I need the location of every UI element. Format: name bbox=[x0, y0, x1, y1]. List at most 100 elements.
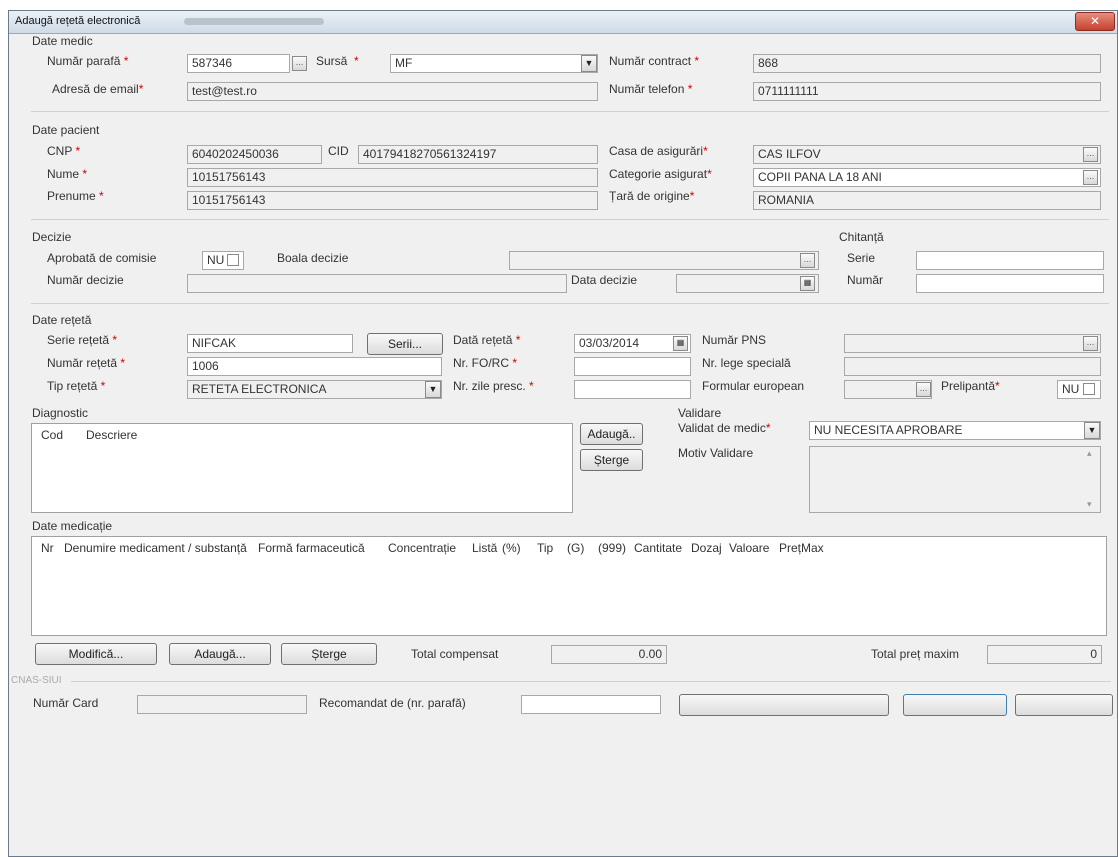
medication-group-title: Date medicație bbox=[32, 519, 113, 533]
recommended-label: Recomandat de (nr. parafă) bbox=[319, 696, 466, 710]
approved-label: Aprobată de comisie bbox=[47, 251, 157, 265]
presc-number-input[interactable]: 1006 bbox=[187, 357, 442, 376]
diagnosis-col-desc[interactable]: Descriere bbox=[86, 428, 137, 442]
med-col-999[interactable]: (999) bbox=[598, 541, 626, 555]
med-modify-button[interactable]: Modifică... bbox=[35, 643, 157, 665]
med-col-name[interactable]: Denumire medicament / substanță bbox=[64, 541, 247, 555]
disease-lookup-button[interactable]: … bbox=[800, 253, 815, 268]
source-label: Sursă * bbox=[316, 54, 359, 68]
lastname-field[interactable]: 10151756143 bbox=[187, 168, 598, 187]
cid-field[interactable]: 40179418270561324197 bbox=[358, 145, 598, 164]
insurer-lookup-button[interactable]: … bbox=[1083, 147, 1098, 162]
close-button[interactable]: ✕ bbox=[1075, 12, 1115, 31]
footer-button-3[interactable] bbox=[1015, 694, 1113, 716]
presc-series-input[interactable]: NIFCAK bbox=[187, 334, 353, 353]
med-add-button[interactable]: Adaugă... bbox=[169, 643, 271, 665]
card-number-field[interactable] bbox=[137, 695, 307, 714]
phone-field[interactable]: 0711111111 bbox=[753, 82, 1101, 101]
diagnosis-group-title: Diagnostic bbox=[32, 406, 89, 420]
reason-scroll-down-icon[interactable]: ▾ bbox=[1087, 499, 1092, 510]
fo-label: Nr. FO/RC * bbox=[453, 356, 518, 370]
receipt-series-label: Serie bbox=[847, 251, 876, 265]
series-button[interactable]: Serii... bbox=[367, 333, 443, 355]
insurer-field[interactable]: CAS ILFOV bbox=[753, 145, 1101, 164]
presc-type-dropdown-icon[interactable]: ▼ bbox=[425, 381, 441, 398]
diagnosis-list[interactable]: Cod Descriere bbox=[31, 423, 573, 513]
total-max-price-label: Total preț maxim bbox=[871, 647, 960, 661]
total-max-price-field: 0 bbox=[987, 645, 1102, 664]
diagnosis-delete-button[interactable]: Șterge bbox=[580, 449, 643, 471]
med-col-g[interactable]: (G) bbox=[567, 541, 584, 555]
approved-checkbox[interactable] bbox=[227, 254, 239, 266]
email-label: Adresă de email* bbox=[52, 82, 144, 96]
prelim-label: Prelipantă* bbox=[941, 379, 1000, 393]
doctor-group-divider bbox=[31, 111, 1109, 112]
presc-number-label: Număr rețetă * bbox=[47, 356, 126, 370]
med-delete-button[interactable]: Șterge bbox=[281, 643, 377, 665]
diagnosis-col-code[interactable]: Cod bbox=[41, 428, 63, 442]
validated-dropdown-icon[interactable]: ▼ bbox=[1084, 422, 1100, 439]
cnas-group-title: CNAS-SIUI bbox=[11, 675, 62, 686]
parafa-input[interactable]: 587346 bbox=[187, 54, 290, 73]
special-law-field[interactable] bbox=[844, 357, 1101, 376]
email-field[interactable]: test@test.ro bbox=[187, 82, 598, 101]
reason-textarea[interactable] bbox=[809, 446, 1101, 513]
parafa-lookup-button[interactable]: … bbox=[292, 56, 307, 71]
decision-number-field[interactable] bbox=[187, 274, 567, 293]
category-lookup-button[interactable]: … bbox=[1083, 170, 1098, 185]
fo-input[interactable] bbox=[574, 357, 691, 376]
euform-label: Formular european bbox=[702, 379, 805, 393]
footer-button-1[interactable] bbox=[679, 694, 889, 716]
patient-group-title: Date pacient bbox=[32, 123, 100, 137]
footer-button-2[interactable] bbox=[903, 694, 1007, 716]
cid-label: CID bbox=[328, 144, 349, 158]
med-col-form[interactable]: Formă farmaceutică bbox=[258, 541, 365, 555]
med-col-percent[interactable]: (%) bbox=[502, 541, 521, 555]
receipt-group-title: Chitanță bbox=[839, 230, 884, 244]
pns-lookup-button[interactable]: … bbox=[1083, 336, 1098, 351]
medication-list[interactable]: Nr Denumire medicament / substanță Formă… bbox=[31, 536, 1107, 636]
med-col-type[interactable]: Tip bbox=[537, 541, 553, 555]
days-input[interactable] bbox=[574, 380, 691, 399]
cnp-field[interactable]: 6040202450036 bbox=[187, 145, 322, 164]
parafa-label: Număr parafă * bbox=[47, 54, 129, 68]
med-col-dosage[interactable]: Dozaj bbox=[691, 541, 722, 555]
reason-scroll-up-icon[interactable]: ▴ bbox=[1087, 448, 1092, 459]
source-select[interactable]: MF bbox=[390, 54, 598, 73]
decision-date-calendar-icon[interactable]: ▦ bbox=[800, 276, 815, 291]
validated-select[interactable]: NU NECESITA APROBARE bbox=[809, 421, 1101, 440]
contract-field[interactable]: 868 bbox=[753, 54, 1101, 73]
receipt-series-input[interactable] bbox=[916, 251, 1104, 270]
country-label: Țară de origine* bbox=[609, 189, 695, 203]
dialog-window: Adaugă rețetă electronică ✕ Date medic N… bbox=[8, 10, 1118, 857]
med-col-list[interactable]: Listă bbox=[472, 541, 497, 555]
presc-date-label: Dată rețetă * bbox=[453, 333, 521, 347]
prelim-checkbox[interactable] bbox=[1083, 383, 1095, 395]
med-col-value[interactable]: Valoare bbox=[729, 541, 769, 555]
card-number-label: Număr Card bbox=[33, 696, 99, 710]
pns-field[interactable] bbox=[844, 334, 1101, 353]
euform-lookup-button[interactable]: … bbox=[916, 382, 931, 397]
presc-type-label: Tip rețetă * bbox=[47, 379, 106, 393]
med-col-maxprice[interactable]: PrețMax bbox=[779, 541, 824, 555]
med-col-concentration[interactable]: Concentrație bbox=[388, 541, 456, 555]
prescription-group-title: Date rețetă bbox=[32, 313, 92, 327]
firstname-field[interactable]: 10151756143 bbox=[187, 191, 598, 210]
phone-label: Număr telefon * bbox=[609, 82, 693, 96]
presc-series-label: Serie rețetă * bbox=[47, 333, 118, 347]
diagnosis-add-button[interactable]: Adaugă.. bbox=[580, 423, 643, 445]
country-field[interactable]: ROMANIA bbox=[753, 191, 1101, 210]
med-col-nr[interactable]: Nr bbox=[41, 541, 54, 555]
total-compensated-field: 0.00 bbox=[551, 645, 667, 664]
presc-type-select[interactable]: RETETA ELECTRONICA bbox=[187, 380, 442, 399]
decision-date-field[interactable] bbox=[676, 274, 819, 293]
source-dropdown-icon[interactable]: ▼ bbox=[581, 55, 597, 72]
med-col-quantity[interactable]: Cantitate bbox=[634, 541, 682, 555]
presc-date-calendar-icon[interactable]: ▦ bbox=[673, 336, 688, 351]
insurer-label: Casa de asigurări* bbox=[609, 144, 708, 158]
receipt-number-input[interactable] bbox=[916, 274, 1104, 293]
lastname-label: Nume * bbox=[47, 167, 88, 181]
category-field[interactable]: COPII PANA LA 18 ANI bbox=[753, 168, 1101, 187]
disease-field[interactable] bbox=[509, 251, 819, 270]
recommended-input[interactable] bbox=[521, 695, 661, 714]
